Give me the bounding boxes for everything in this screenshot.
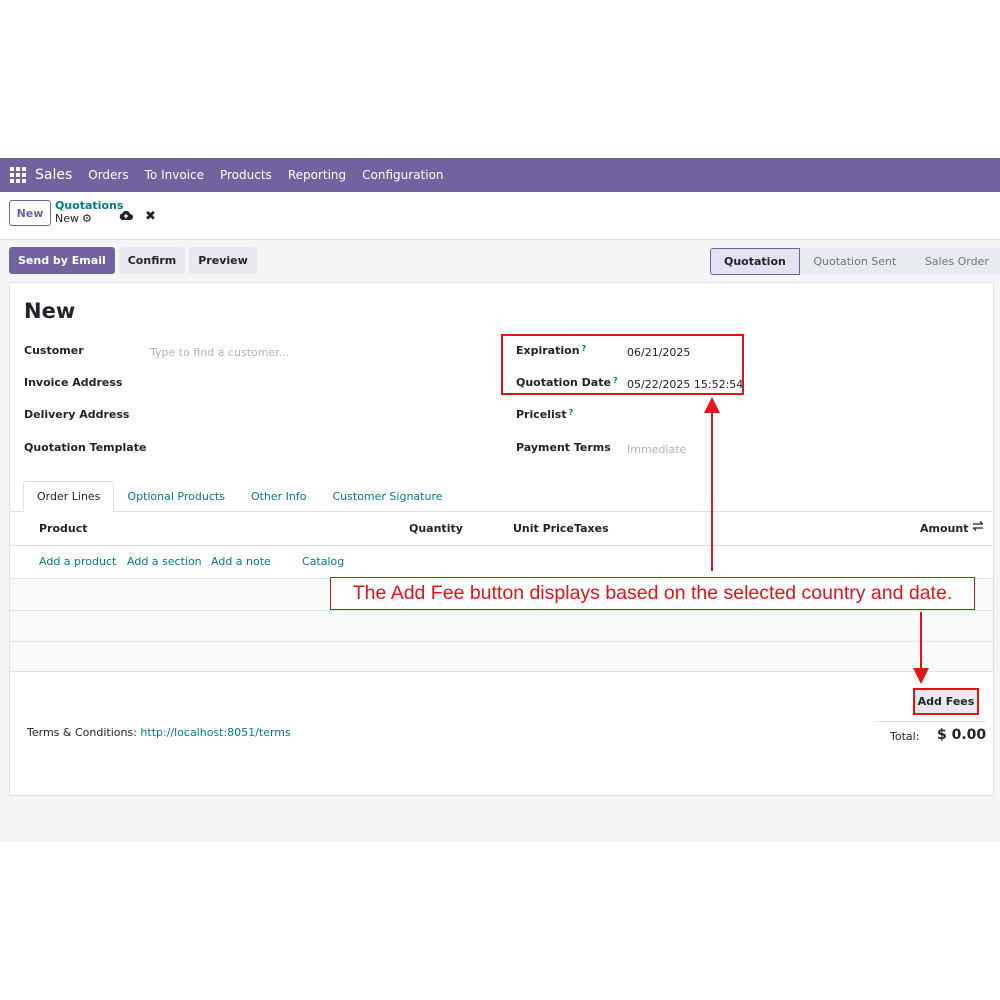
save-cloud-icon[interactable] <box>119 210 133 224</box>
quotation-template-label: Quotation Template <box>24 441 147 454</box>
column-quantity[interactable]: Quantity <box>409 522 463 535</box>
catalog-link[interactable]: Catalog <box>302 555 344 568</box>
terms-conditions: Terms & Conditions: http://localhost:805… <box>27 726 291 739</box>
column-amount[interactable]: Amount <box>920 522 968 535</box>
customer-label: Customer <box>24 344 84 357</box>
top-navbar: Sales Orders To Invoice Products Reporti… <box>0 158 1000 192</box>
breadcrumb-current-label: New <box>55 212 79 225</box>
add-fees-button[interactable]: Add Fees <box>913 688 979 715</box>
pricelist-label-text: Pricelist <box>516 408 567 421</box>
customer-input[interactable]: Type to find a customer... <box>150 346 289 359</box>
column-unit-price[interactable]: Unit Price <box>513 522 574 535</box>
menu-configuration[interactable]: Configuration <box>362 168 443 182</box>
new-button[interactable]: New <box>9 200 51 226</box>
stage-sales-order[interactable]: Sales Order <box>909 248 1000 275</box>
tab-other-info[interactable]: Other Info <box>238 481 320 512</box>
stage-quotation-sent[interactable]: Quotation Sent <box>799 248 910 275</box>
annotation-callout: The Add Fee button displays based on the… <box>330 577 975 610</box>
delivery-address-label: Delivery Address <box>24 408 130 421</box>
column-product[interactable]: Product <box>39 522 88 535</box>
table-header-divider <box>10 545 993 546</box>
tab-order-lines[interactable]: Order Lines <box>23 481 115 512</box>
sales-app-screen: Sales Orders To Invoice Products Reporti… <box>0 158 1000 842</box>
preview-button[interactable]: Preview <box>189 247 257 274</box>
total-value: $ 0.00 <box>937 727 987 743</box>
empty-row <box>10 610 993 641</box>
tab-optional-products[interactable]: Optional Products <box>114 481 238 512</box>
discard-icon[interactable]: ✖ <box>145 209 156 224</box>
menu-to-invoice[interactable]: To Invoice <box>145 168 204 182</box>
breadcrumb-current: New ⚙ <box>55 212 92 225</box>
terms-label: Terms & Conditions: <box>27 726 137 739</box>
menu-products[interactable]: Products <box>220 168 272 182</box>
optional-columns-icon[interactable] <box>972 520 984 535</box>
add-section-link[interactable]: Add a section <box>127 555 202 568</box>
menu-orders[interactable]: Orders <box>88 168 128 182</box>
add-product-link[interactable]: Add a product <box>39 555 116 568</box>
stage-quotation[interactable]: Quotation <box>710 248 800 275</box>
notebook-tabs: Order Lines Optional Products Other Info… <box>23 481 456 512</box>
date-fields-highlight <box>501 334 744 395</box>
payment-terms-input[interactable]: Immediate <box>627 443 686 456</box>
column-taxes[interactable]: Taxes <box>574 522 609 535</box>
apps-grid-icon[interactable] <box>10 167 26 183</box>
control-panel: New Quotations New ⚙ ✖ <box>0 192 1000 240</box>
pricelist-label: Pricelist? <box>516 408 573 421</box>
breadcrumb-quotations[interactable]: Quotations <box>55 199 123 212</box>
confirm-button[interactable]: Confirm <box>118 247 186 274</box>
invoice-address-label: Invoice Address <box>24 376 123 389</box>
record-title: New <box>24 299 76 323</box>
send-by-email-button[interactable]: Send by Email <box>9 247 115 274</box>
help-icon[interactable]: ? <box>569 408 574 417</box>
add-note-link[interactable]: Add a note <box>211 555 271 568</box>
status-bar: Quotation Quotation Sent Sales Order <box>710 248 1000 275</box>
app-name[interactable]: Sales <box>35 167 72 183</box>
empty-row <box>10 641 993 672</box>
gear-icon[interactable]: ⚙ <box>82 212 92 225</box>
menu-reporting[interactable]: Reporting <box>288 168 346 182</box>
action-buttons: Send by Email Confirm Preview <box>9 247 261 274</box>
payment-terms-label: Payment Terms <box>516 441 611 454</box>
total-label: Total: <box>890 730 920 743</box>
terms-link[interactable]: http://localhost:8051/terms <box>140 726 290 739</box>
tab-customer-signature[interactable]: Customer Signature <box>320 481 456 512</box>
total-divider <box>876 721 986 722</box>
